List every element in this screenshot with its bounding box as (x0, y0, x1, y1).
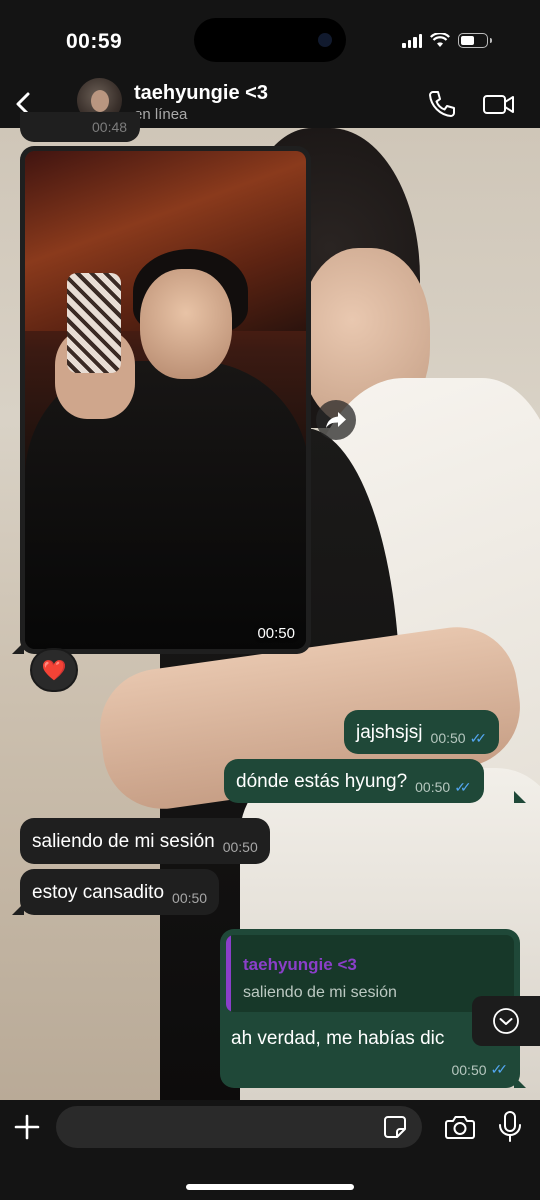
wifi-icon (430, 33, 450, 47)
photo[interactable] (25, 151, 306, 649)
status-icons (402, 33, 492, 48)
message-text: dónde estás hyung? (236, 770, 408, 792)
message-time: 00:50 (430, 730, 466, 746)
bubble-tail (514, 1076, 526, 1088)
battery-icon (458, 33, 492, 48)
contact-status: en línea (134, 106, 188, 123)
quoted-text: saliendo de mi sesión (243, 984, 397, 1001)
home-indicator (186, 1184, 354, 1190)
partial-incoming-bubble: 00:48 (20, 112, 140, 142)
reaction-badge[interactable]: ❤️ (30, 648, 78, 692)
plus-icon[interactable] (12, 1112, 42, 1142)
video-camera-icon[interactable] (481, 86, 517, 122)
message-text: estoy cansadito (32, 881, 165, 903)
quoted-message[interactable]: taehyungie <3 saliendo de mi sesión (226, 935, 514, 1012)
bubble-tail (514, 791, 526, 803)
outgoing-message[interactable]: jajshsjsj 00:50 ✓✓ (344, 710, 500, 754)
quoted-sender: taehyungie <3 (243, 955, 357, 974)
message-text: jajshsjsj (356, 721, 423, 743)
message-time: 00:50 (172, 890, 208, 906)
message-time: 00:50 (222, 839, 258, 855)
read-ticks-icon: ✓✓ (469, 730, 488, 746)
chevron-down-icon (493, 1008, 519, 1034)
contact-name[interactable]: taehyungie <3 (134, 82, 268, 105)
forward-icon (326, 412, 346, 428)
camera-icon[interactable] (444, 1112, 476, 1142)
scroll-to-bottom-button[interactable] (472, 996, 540, 1046)
dynamic-island (194, 18, 346, 62)
cellular-signal-icon (402, 33, 422, 48)
microphone-icon[interactable] (496, 1110, 524, 1144)
message-time: 00:50 (257, 625, 295, 642)
incoming-message[interactable]: saliendo de mi sesión 00:50 (20, 818, 270, 864)
image-message[interactable]: 00:50 (20, 146, 311, 654)
forward-button[interactable] (316, 400, 356, 440)
message-time: 00:50 (415, 779, 451, 795)
heart-reaction: ❤️ (41, 659, 67, 682)
message-input[interactable] (56, 1106, 422, 1148)
phone-icon[interactable] (424, 86, 460, 122)
status-time: 00:59 (66, 30, 123, 53)
read-ticks-icon: ✓✓ (454, 779, 472, 795)
message-time: 00:50 (451, 1061, 487, 1078)
status-bar: 00:59 (0, 0, 540, 80)
outgoing-message[interactable]: dónde estás hyung? 00:50 ✓✓ (224, 759, 484, 803)
sticker-icon[interactable] (382, 1114, 408, 1140)
bubble-tail (12, 642, 24, 654)
incoming-message[interactable]: estoy cansadito 00:50 (20, 869, 220, 915)
message-text: saliendo de mi sesión (32, 830, 215, 852)
read-ticks-icon: ✓✓ (490, 1061, 509, 1077)
message-input-bar (0, 1100, 540, 1200)
bubble-tail (12, 903, 24, 915)
message-text: ah verdad, me habías dic (231, 1028, 445, 1049)
